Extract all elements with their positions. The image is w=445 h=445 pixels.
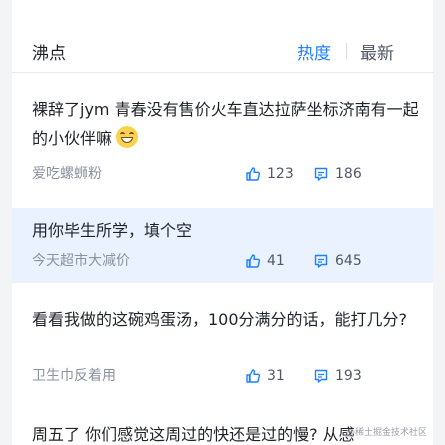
comment-count: 645	[335, 253, 362, 269]
post-meta: 今天超市大减价 41 645	[12, 250, 433, 272]
like-button[interactable]: 41	[245, 250, 285, 272]
thumbs-up-icon	[246, 167, 261, 181]
sort-tab-hot[interactable]: 热度	[297, 39, 331, 64]
like-count: 41	[267, 253, 285, 269]
thumbs-up-icon	[246, 254, 261, 268]
like-button[interactable]: 31	[245, 365, 285, 387]
comment-button[interactable]: 186	[313, 163, 362, 185]
post-title: 用你毕生所学，填个空	[32, 221, 193, 240]
post-item[interactable]: 用你毕生所学，填个空 今天超市大减价 41 645	[12, 208, 433, 283]
sort-divider	[346, 43, 347, 59]
post-author[interactable]: 卫生巾反着用	[32, 365, 116, 387]
like-button[interactable]: 123	[245, 163, 294, 185]
post-author[interactable]: 爱吃螺蛳粉	[32, 163, 102, 185]
comment-icon	[314, 254, 328, 268]
post-item[interactable]: 裸辞了jym 青春没有售价火车直达拉萨坐标济南有一起的小伙伴嘛 爱吃螺蛳粉 12…	[12, 90, 433, 190]
post-title-text: 裸辞了jym 青春没有售价火车直达拉萨坐标济南有一起的小伙伴嘛	[32, 100, 419, 148]
thumbs-up-icon	[246, 369, 261, 383]
like-count: 123	[267, 166, 294, 182]
post-author[interactable]: 今天超市大减价	[32, 250, 130, 272]
comment-button[interactable]: 193	[313, 365, 362, 387]
comment-icon	[314, 369, 328, 383]
post-meta: 爱吃螺蛳粉 123 186	[12, 163, 433, 185]
like-count: 31	[267, 368, 285, 384]
comment-count: 193	[335, 368, 362, 384]
post-title: 看看我做的这碗鸡蛋汤，100分满分的话，能打几分?	[32, 310, 408, 329]
comment-button[interactable]: 645	[313, 250, 362, 272]
comment-icon	[314, 167, 328, 181]
sort-tab-latest[interactable]: 最新	[360, 39, 394, 64]
hot-topics-panel: 沸点 热度 最新 裸辞了jym 青春没有售价火车直达拉萨坐标济南有一起的小伙伴嘛…	[12, 0, 433, 445]
post-item[interactable]: 看看我做的这碗鸡蛋汤，100分满分的话，能打几分? 卫生巾反着用 31 193	[12, 300, 433, 395]
panel-title: 沸点	[32, 44, 66, 64]
grinning-face-icon	[116, 126, 139, 148]
watermark: @稀土掘金技术社区	[345, 428, 427, 438]
post-title: 裸辞了jym 青春没有售价火车直达拉萨坐标济南有一起的小伙伴嘛	[32, 95, 421, 153]
comment-count: 186	[335, 166, 362, 182]
panel-header: 沸点 热度 最新	[12, 28, 433, 73]
post-meta: 卫生巾反着用 31 193	[12, 365, 433, 387]
